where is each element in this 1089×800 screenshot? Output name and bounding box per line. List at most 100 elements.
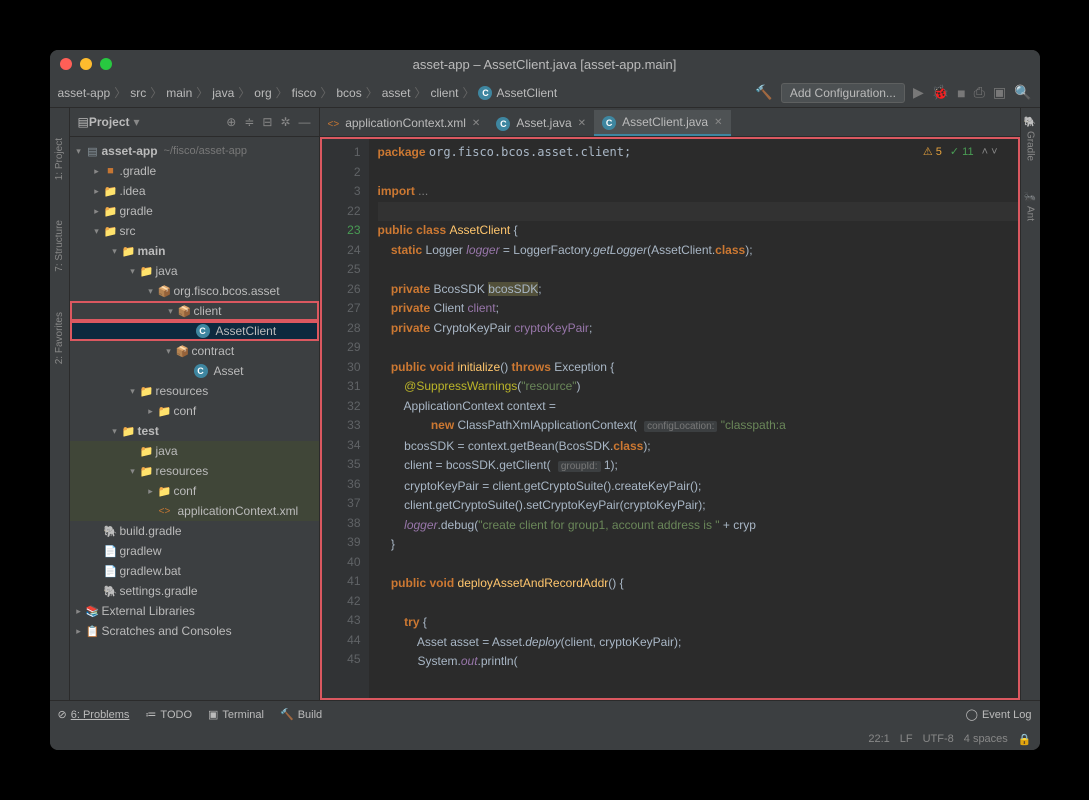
crumb[interactable]: client	[430, 86, 458, 100]
favorites-tab[interactable]: 2: Favorites	[54, 312, 65, 364]
status-tool-tabs: ⊘ 6: Problems ≔ TODO ▣ Terminal 🔨 Build …	[50, 701, 1040, 728]
crumb[interactable]: main	[166, 86, 192, 100]
code-editor[interactable]: 1232223242526272829303132333435363738394…	[320, 137, 1020, 700]
collapse-icon[interactable]: ⊟	[262, 115, 272, 129]
editor-tab[interactable]: Asset.java✕	[488, 110, 594, 136]
tree-item-client-pkg[interactable]: ▾📦client	[70, 301, 319, 321]
event-log-tab[interactable]: ◯ Event Log	[966, 708, 1032, 721]
java-icon	[496, 116, 510, 131]
gradle-tab[interactable]: 🐘 Gradle	[1025, 116, 1036, 161]
editor-area: applicationContext.xml✕ Asset.java✕ Asse…	[320, 108, 1020, 700]
tree-item[interactable]: ▸📁conf	[70, 401, 319, 421]
xml-icon	[328, 116, 340, 130]
tree-item[interactable]: ▸📁gradle	[70, 201, 319, 221]
structure-tab[interactable]: 7: Structure	[54, 220, 65, 272]
navigation-bar: asset-app〉 src〉 main〉 java〉 org〉 fisco〉 …	[50, 78, 1040, 108]
indent[interactable]: 4 spaces	[964, 733, 1008, 745]
settings-icon[interactable]: ✲	[280, 115, 290, 129]
caret-position[interactable]: 22:1	[868, 733, 889, 745]
tree-item[interactable]: ▾📦contract	[70, 341, 319, 361]
tree-item[interactable]: ▾📁src	[70, 221, 319, 241]
git-icon[interactable]: ⎙	[974, 84, 985, 101]
crumb[interactable]: bcos	[336, 86, 361, 100]
close-tab-icon[interactable]: ✕	[714, 117, 722, 128]
add-configuration-button[interactable]: Add Configuration...	[781, 83, 905, 103]
tree-item[interactable]: 🐘build.gradle	[70, 521, 319, 541]
right-tool-strip: 🐘 Gradle 🐜 Ant	[1020, 108, 1040, 700]
tree-item[interactable]: ▸📚External Libraries	[70, 601, 319, 621]
tree-item[interactable]: 🐘settings.gradle	[70, 581, 319, 601]
inspection-widget[interactable]: ⚠ 5✓ 11˄ ˅	[923, 143, 998, 163]
editor-tab-active[interactable]: AssetClient.java✕	[594, 110, 730, 136]
class-icon	[478, 85, 492, 100]
java-icon	[602, 115, 616, 130]
run-icon[interactable]: ▶	[913, 84, 924, 101]
tree-item[interactable]: 📄gradlew.bat	[70, 561, 319, 581]
project-tree[interactable]: ▾▤asset-app~/fisco/asset-app ▸■.gradle ▸…	[70, 137, 319, 700]
line-sep[interactable]: LF	[900, 733, 913, 745]
project-panel-header: ▤ Project ▾ ⊕ ≑ ⊟ ✲ —	[70, 108, 319, 137]
status-info: 22:1 LF UTF-8 4 spaces 🔒	[50, 728, 1040, 750]
breadcrumbs[interactable]: asset-app〉 src〉 main〉 java〉 org〉 fisco〉 …	[58, 84, 756, 101]
stop-icon[interactable]: ■	[957, 85, 965, 101]
editor-tab[interactable]: applicationContext.xml✕	[320, 110, 489, 136]
close-tab-icon[interactable]: ✕	[472, 118, 480, 129]
tree-item[interactable]: applicationContext.xml	[70, 501, 319, 521]
toolbar-right: 🔨 Add Configuration... ▶ 🐞 ■ ⎙ ▣ 🔍	[755, 83, 1031, 103]
crumb[interactable]: src	[130, 86, 146, 100]
tree-item[interactable]: ▾📁test	[70, 421, 319, 441]
project-view-icon: ▤	[78, 115, 89, 129]
close-window-button[interactable]	[60, 58, 72, 70]
ant-tab[interactable]: 🐜 Ant	[1025, 191, 1036, 221]
left-tool-strip: 1: Project 7: Structure 2: Favorites	[50, 108, 70, 700]
lock-icon[interactable]: 🔒	[1018, 733, 1032, 746]
tree-item[interactable]: ▸📁conf	[70, 481, 319, 501]
tree-item[interactable]: ▾📁main	[70, 241, 319, 261]
tree-item[interactable]: ▾📁java	[70, 261, 319, 281]
close-tab-icon[interactable]: ✕	[578, 118, 586, 129]
tree-item[interactable]: 📁java	[70, 441, 319, 461]
project-panel-title[interactable]: Project	[89, 115, 130, 129]
tree-item[interactable]: ▾📁resources	[70, 381, 319, 401]
status-bar: ⊘ 6: Problems ≔ TODO ▣ Terminal 🔨 Build …	[50, 700, 1040, 750]
code-content[interactable]: ⚠ 5✓ 11˄ ˅package package org.fisco.bcos…	[370, 139, 1018, 698]
crumb[interactable]: asset-app	[58, 86, 111, 100]
editor-tabs: applicationContext.xml✕ Asset.java✕ Asse…	[320, 108, 1020, 137]
terminal-tab[interactable]: ▣ Terminal	[208, 708, 264, 721]
build-icon[interactable]: 🔨	[755, 84, 772, 101]
window-title: asset-app – AssetClient.java [asset-app.…	[413, 57, 677, 72]
tree-item[interactable]: Asset	[70, 361, 319, 381]
main-area: 1: Project 7: Structure 2: Favorites ▤ P…	[50, 108, 1040, 700]
tree-root[interactable]: ▾▤asset-app~/fisco/asset-app	[70, 141, 319, 161]
titlebar: asset-app – AssetClient.java [asset-app.…	[50, 50, 1040, 78]
maximize-window-button[interactable]	[100, 58, 112, 70]
hide-icon[interactable]: —	[299, 115, 311, 129]
crumb[interactable]: fisco	[292, 86, 317, 100]
screen-icon[interactable]: ▣	[993, 84, 1006, 101]
encoding[interactable]: UTF-8	[923, 733, 954, 745]
search-icon[interactable]: 🔍	[1014, 84, 1031, 101]
expand-icon[interactable]: ≑	[244, 115, 254, 129]
tree-item-asset-client[interactable]: AssetClient	[70, 321, 319, 341]
problems-tab[interactable]: ⊘ 6: Problems	[58, 708, 130, 721]
build-tab[interactable]: 🔨 Build	[280, 708, 322, 721]
tree-item[interactable]: ▾📁resources	[70, 461, 319, 481]
crumb[interactable]: AssetClient	[496, 86, 557, 100]
traffic-lights	[60, 58, 112, 70]
project-tab[interactable]: 1: Project	[54, 138, 65, 180]
line-gutter: 1232223242526272829303132333435363738394…	[322, 139, 370, 698]
minimize-window-button[interactable]	[80, 58, 92, 70]
tree-item[interactable]: ▾📦org.fisco.bcos.asset	[70, 281, 319, 301]
tree-item[interactable]: ▸📁.idea	[70, 181, 319, 201]
tree-item[interactable]: ▸■.gradle	[70, 161, 319, 181]
todo-tab[interactable]: ≔ TODO	[145, 708, 192, 721]
project-tool-window: ▤ Project ▾ ⊕ ≑ ⊟ ✲ — ▾▤asset-app~/fisco…	[70, 108, 320, 700]
crumb[interactable]: java	[212, 86, 234, 100]
ide-window: asset-app – AssetClient.java [asset-app.…	[50, 50, 1040, 750]
tree-item[interactable]: 📄gradlew	[70, 541, 319, 561]
debug-icon[interactable]: 🐞	[932, 84, 949, 101]
crumb[interactable]: org	[254, 86, 271, 100]
crumb[interactable]: asset	[382, 86, 411, 100]
locate-icon[interactable]: ⊕	[226, 115, 236, 129]
tree-item[interactable]: ▸📋Scratches and Consoles	[70, 621, 319, 641]
